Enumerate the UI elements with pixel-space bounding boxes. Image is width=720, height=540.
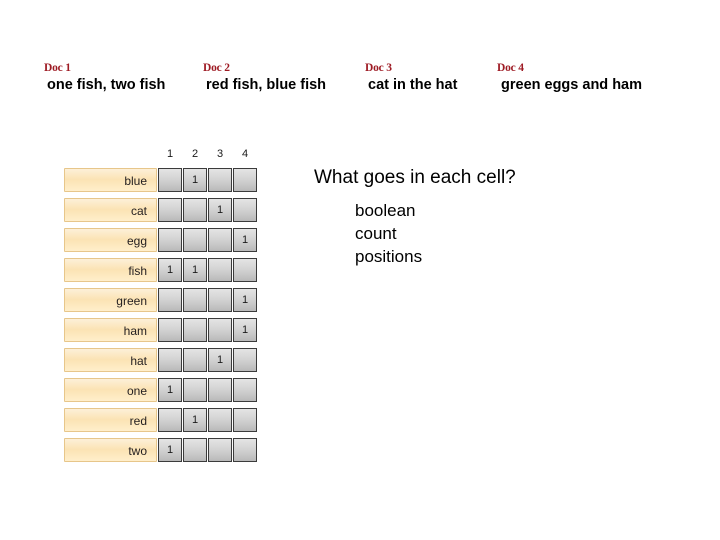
term-label[interactable]: two [64,438,157,462]
row-cells: 1 [158,348,258,372]
row-cells: 1 [158,438,258,462]
document-tag: Doc 2 [203,62,230,74]
row-cells: 1 [158,378,258,402]
matrix-cell[interactable] [158,228,182,252]
row-cells: 1 [158,168,258,192]
matrix-cell[interactable]: 1 [158,378,182,402]
matrix-cell[interactable] [208,168,232,192]
term-label[interactable]: fish [64,258,157,282]
document-header-1: Doc 1 one fish, two fish [44,62,165,94]
term-label[interactable]: green [64,288,157,312]
matrix-cell[interactable] [183,348,207,372]
matrix-cell[interactable] [183,318,207,342]
term-label[interactable]: blue [64,168,157,192]
matrix-cell[interactable] [233,348,257,372]
note-item: boolean [355,201,416,220]
matrix-cell[interactable] [183,378,207,402]
note-item-list: boolean count positions [355,199,704,268]
matrix-cell[interactable]: 1 [158,258,182,282]
matrix-cell[interactable] [208,408,232,432]
matrix-cell[interactable] [208,378,232,402]
note-question: What goes in each cell? [314,167,516,188]
document-text: cat in the hat [368,77,458,93]
matrix-cell[interactable]: 1 [158,438,182,462]
matrix-cell[interactable] [158,168,182,192]
matrix-cell[interactable] [158,288,182,312]
row-cells: 1 [158,288,258,312]
table-row: blue 1 [64,165,258,195]
table-row: fish 1 1 [64,255,258,285]
matrix-cell[interactable]: 1 [233,228,257,252]
table-row: egg 1 [64,225,258,255]
matrix-cell[interactable] [233,168,257,192]
matrix-body: blue 1 cat 1 egg 1 fish 1 1 green 1 ham 1 hat 1 one 1 red… [64,165,258,465]
matrix-cell[interactable]: 1 [233,318,257,342]
column-header-3: 3 [216,148,224,160]
table-row: green 1 [64,285,258,315]
row-cells: 1 [158,198,258,222]
term-document-matrix: 1234 blue 1 cat 1 egg 1 fish 1 1 green 1 ham 1 hat 1 on… [64,148,258,465]
matrix-column-headers: 1 2 3 4 [158,148,258,165]
matrix-cell[interactable] [158,318,182,342]
column-header-1: 1 [166,148,174,160]
term-label[interactable]: egg [64,228,157,252]
table-row: hat 1 [64,345,258,375]
matrix-cell[interactable] [208,258,232,282]
note-item: count [355,224,397,243]
cell-contents-note: What goes in each cell? boolean count posi… [314,166,704,268]
row-cells: 1 [158,228,258,252]
document-text: green eggs and ham [501,77,643,93]
matrix-cell[interactable] [158,198,182,222]
column-header-2: 2 [191,148,199,160]
matrix-cell[interactable] [208,228,232,252]
note-item: positions [355,247,423,266]
row-cells: 1 [158,318,258,342]
matrix-cell[interactable] [183,198,207,222]
table-row: one 1 [64,375,258,405]
matrix-cell[interactable] [233,258,257,282]
row-cells: 1 [158,408,258,432]
matrix-cell[interactable] [233,408,257,432]
term-label[interactable]: ham [64,318,157,342]
term-label[interactable]: hat [64,348,157,372]
matrix-cell[interactable] [183,228,207,252]
matrix-cell[interactable]: 1 [183,408,207,432]
document-headers: Doc 1 one fish, two fish Doc 2 red fish, bl… [0,0,720,110]
document-header-2: Doc 2 red fish, blue fish [203,62,326,94]
term-label[interactable]: one [64,378,157,402]
document-tag: Doc 1 [44,62,71,74]
document-text: red fish, blue fish [206,77,327,93]
matrix-cell[interactable] [233,198,257,222]
term-label[interactable]: cat [64,198,157,222]
table-row: two 1 [64,435,258,465]
matrix-cell[interactable] [183,288,207,312]
term-label[interactable]: red [64,408,157,432]
matrix-cell[interactable] [158,408,182,432]
matrix-cell[interactable]: 1 [208,198,232,222]
matrix-cell[interactable]: 1 [233,288,257,312]
table-row: red 1 [64,405,258,435]
matrix-cell[interactable] [208,438,232,462]
matrix-cell[interactable]: 1 [208,348,232,372]
document-header-4: Doc 4 green eggs and ham [497,62,642,94]
matrix-cell[interactable]: 1 [183,258,207,282]
document-tag: Doc 3 [365,62,392,74]
matrix-cell[interactable] [183,438,207,462]
matrix-cell[interactable] [208,288,232,312]
table-row: ham 1 [64,315,258,345]
document-tag: Doc 4 [497,62,524,74]
matrix-cell[interactable] [233,378,257,402]
matrix-cell[interactable] [158,348,182,372]
row-cells: 11 [158,258,258,282]
column-header-4: 4 [241,148,249,160]
matrix-cell[interactable]: 1 [183,168,207,192]
table-row: cat 1 [64,195,258,225]
document-text: one fish, two fish [47,77,166,93]
matrix-cell[interactable] [208,318,232,342]
matrix-cell[interactable] [233,438,257,462]
document-header-3: Doc 3 cat in the hat [365,62,457,94]
